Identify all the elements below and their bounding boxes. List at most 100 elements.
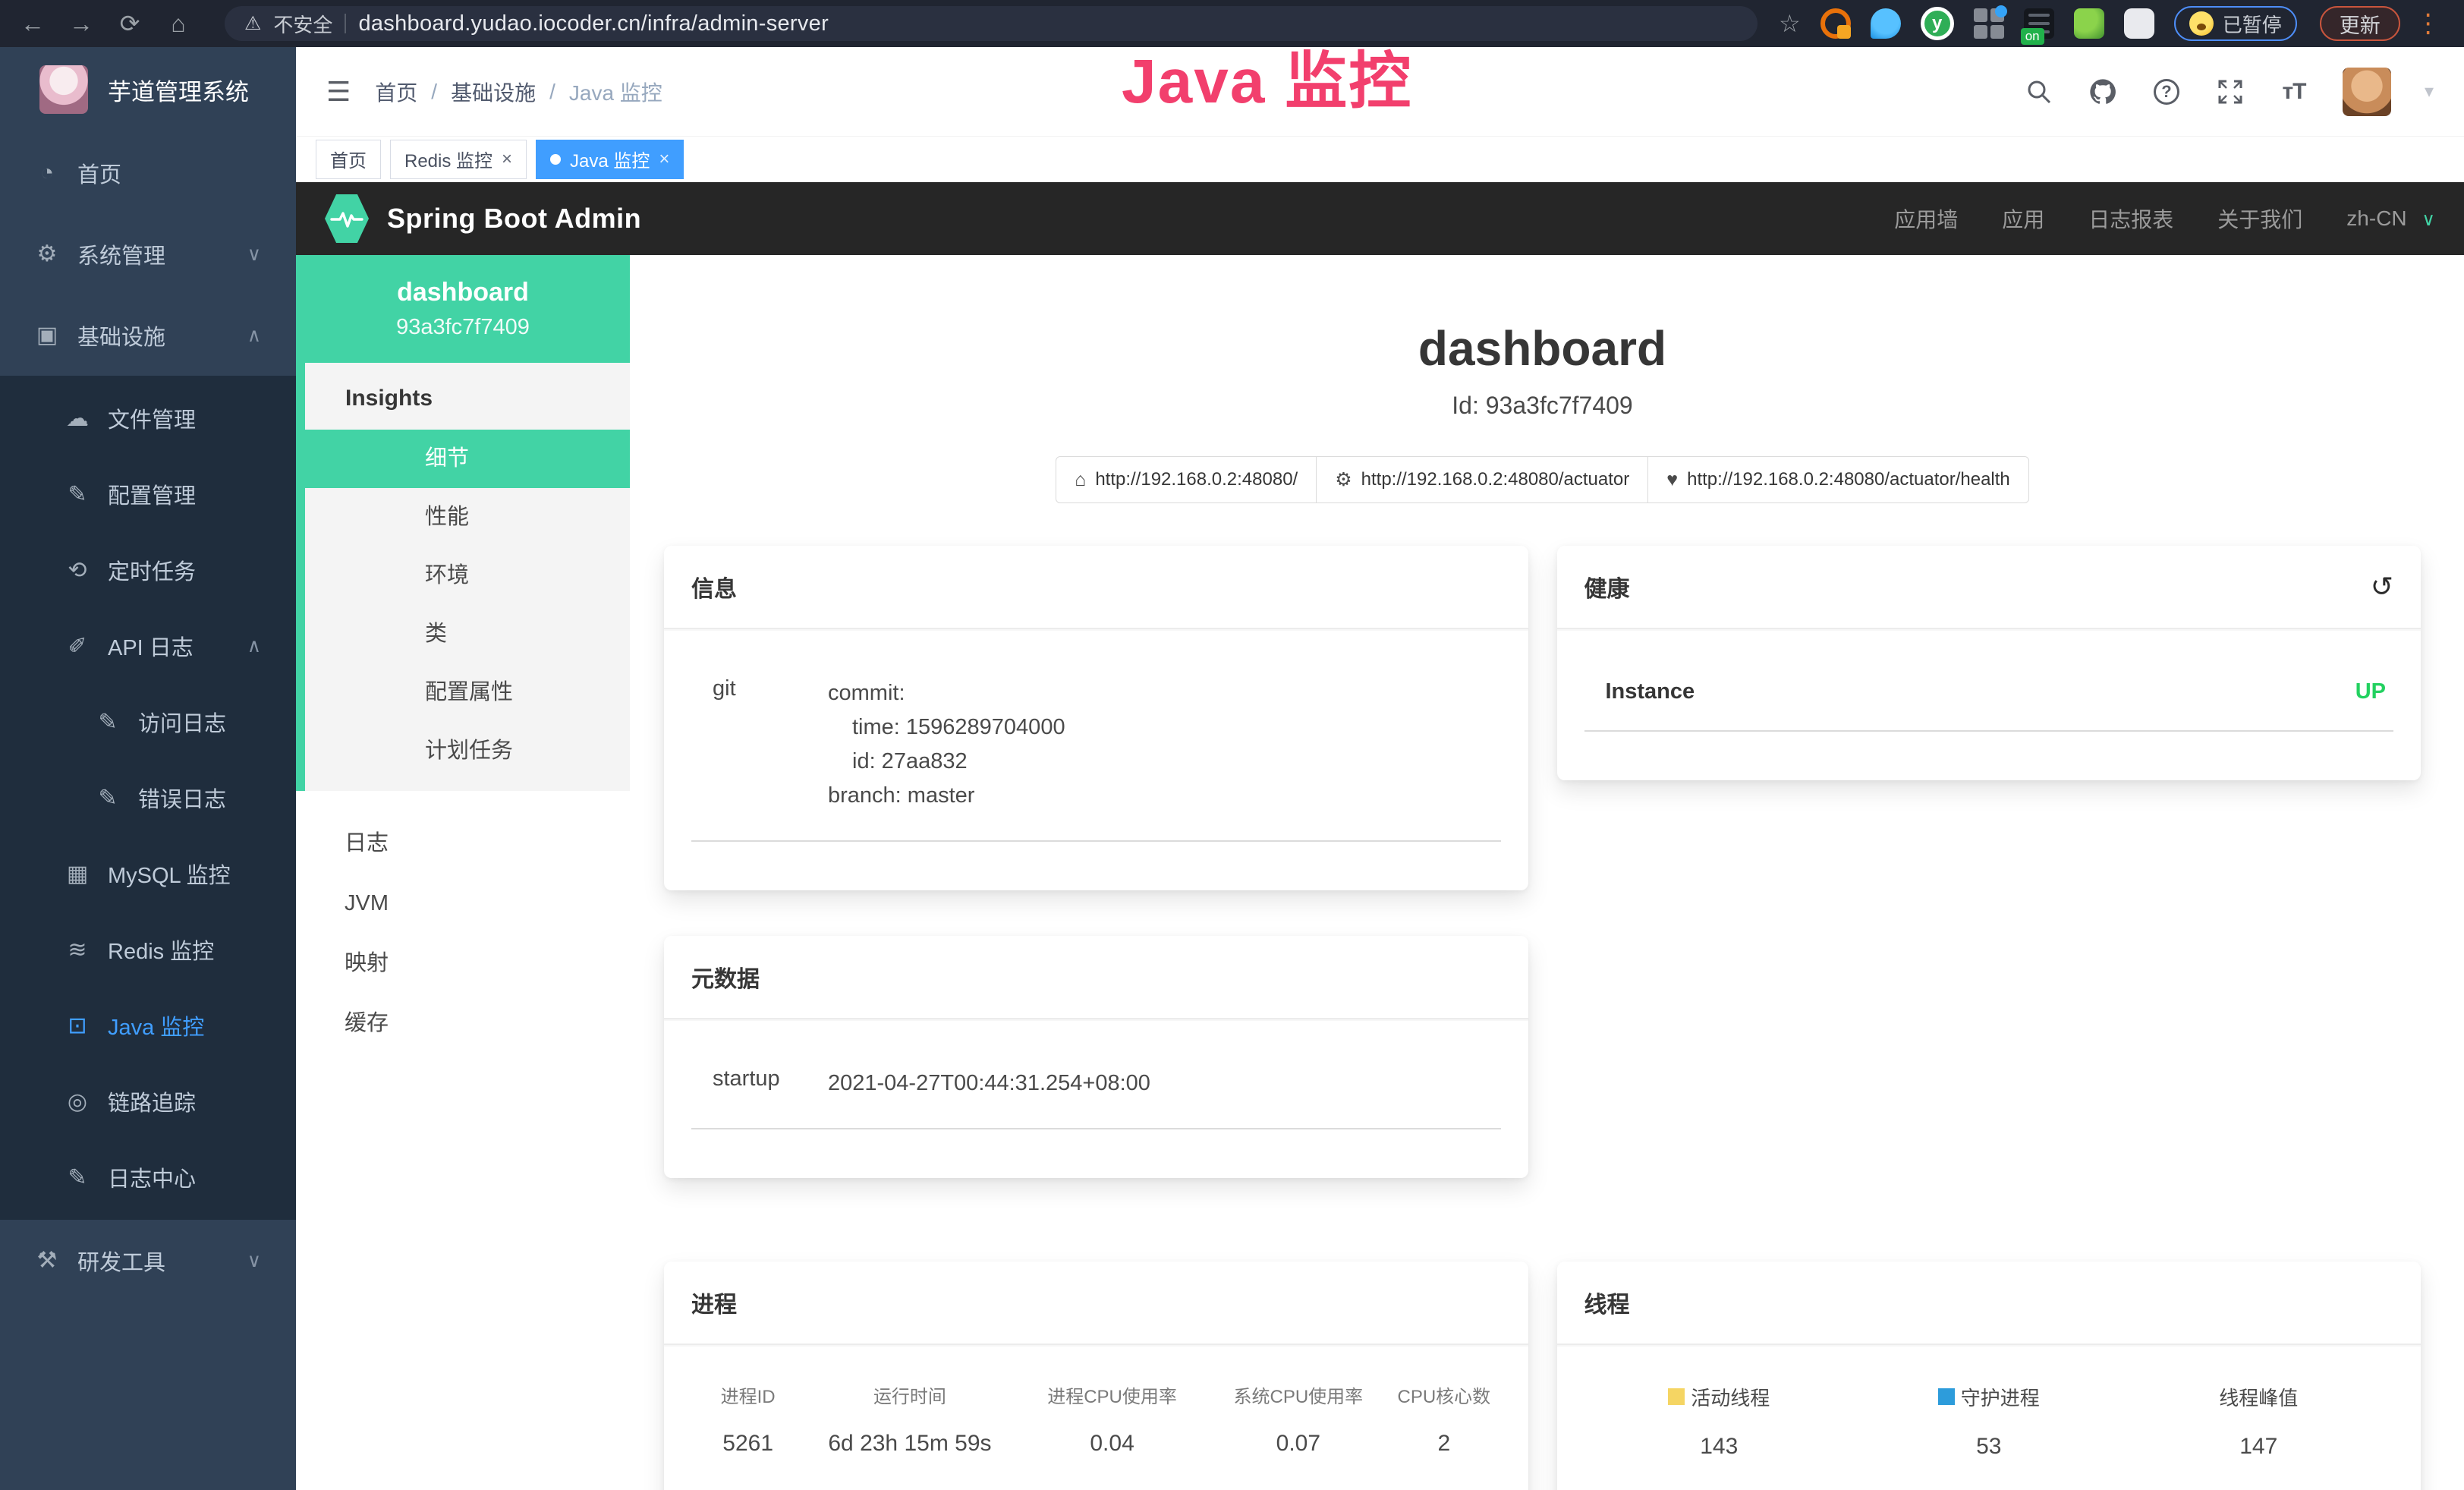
sba-item-metrics[interactable]: 性能	[305, 488, 630, 547]
info-row-git: git commit: time: 1596289704000 id: 27aa…	[691, 658, 1501, 842]
log-icon: ✎	[64, 1164, 91, 1191]
app-logo	[39, 65, 88, 114]
chevron-down-icon: ∨	[2422, 209, 2435, 230]
log-icon: ✎	[94, 709, 121, 736]
service-url-button[interactable]: ⌂ http://192.168.0.2:48080/	[1056, 456, 1317, 503]
card-title: 健康	[1584, 570, 1630, 603]
process-table: 进程ID 运行时间 进程CPU使用率 系统CPU使用率 CPU核心数	[691, 1381, 1501, 1476]
sba-language-select[interactable]: zh-CN ∨	[2346, 206, 2435, 231]
emoji-icon	[2189, 11, 2214, 36]
sba-item-mappings[interactable]: 映射	[296, 934, 630, 994]
sidebar-item-trace[interactable]: ◎ 链路追踪	[0, 1063, 296, 1139]
close-icon[interactable]: ×	[502, 149, 512, 170]
extension-icon[interactable]	[1871, 8, 1901, 39]
legend-swatch-blue	[1938, 1388, 1955, 1405]
wrench-icon: ⚙	[1335, 468, 1352, 491]
sidebar-item-file-manage[interactable]: ☁ 文件管理	[0, 380, 296, 456]
breadcrumb-home[interactable]: 首页	[375, 77, 417, 107]
sidebar-item-log-center[interactable]: ✎ 日志中心	[0, 1139, 296, 1215]
sidebar-item-access-log[interactable]: ✎ 访问日志	[0, 684, 296, 760]
extensions-puzzle-icon[interactable]	[2124, 8, 2154, 39]
breadcrumb-infra[interactable]: 基础设施	[451, 77, 536, 107]
sba-item-logging[interactable]: 日志	[296, 814, 630, 874]
bookmark-star-icon[interactable]: ☆	[1779, 9, 1801, 38]
gear-icon: ⚙	[33, 241, 61, 267]
spring-boot-admin-logo	[325, 194, 369, 243]
breadcrumb-separator: /	[549, 80, 555, 104]
info-card: 信息 git commit: time: 1596289704000 id: 2…	[664, 546, 1528, 890]
toolbox-icon: ⚒	[33, 1247, 61, 1274]
browser-menu-icon[interactable]: ⋮	[2415, 8, 2441, 39]
cloud-icon: ☁	[64, 405, 91, 432]
sidebar-item-infra[interactable]: ▣ 基础设施 ∧	[0, 295, 296, 376]
sba-item-jvm[interactable]: JVM	[296, 874, 630, 934]
sba-item-classes[interactable]: 类	[305, 605, 630, 663]
health-url-button[interactable]: ♥ http://192.168.0.2:48080/actuator/heal…	[1647, 456, 2029, 503]
hamburger-icon[interactable]: ☰	[326, 76, 351, 108]
sidebar-item-redis-monitor[interactable]: ≋ Redis 监控	[0, 912, 296, 988]
instance-id-line: Id: 93a3fc7f7409	[664, 392, 2421, 420]
extension-icon[interactable]: y	[1921, 7, 1954, 40]
extension-icon[interactable]	[1820, 8, 1851, 39]
sidebar-item-home[interactable]: ◔ 首页	[0, 132, 296, 213]
home-icon[interactable]: ⌂	[162, 10, 194, 38]
paused-badge[interactable]: 已暂停	[2174, 6, 2297, 41]
sidebar-item-mysql-monitor[interactable]: ▦ MySQL 监控	[0, 836, 296, 912]
endpoint-buttons: ⌂ http://192.168.0.2:48080/ ⚙ http://192…	[664, 456, 2421, 503]
search-icon[interactable]	[2024, 77, 2054, 107]
sba-item-details[interactable]: 细节	[296, 430, 630, 488]
extension-icon[interactable]	[1974, 8, 2004, 39]
tab-java-monitor[interactable]: Java 监控 ×	[536, 140, 684, 179]
dashboard-icon: ◔	[33, 160, 61, 186]
sba-nav-about[interactable]: 关于我们	[2217, 203, 2302, 234]
sba-nav-applications[interactable]: 应用	[2002, 203, 2044, 234]
app-logo-row[interactable]: 芋道管理系统	[0, 47, 296, 132]
font-size-icon[interactable]: тT	[2279, 77, 2309, 107]
sba-item-config-props[interactable]: 配置属性	[305, 663, 630, 722]
sidebar-item-error-log[interactable]: ✎ 错误日志	[0, 760, 296, 836]
sba-brand-title[interactable]: Spring Boot Admin	[387, 203, 641, 235]
sba-insights-section: Insights 细节 性能 环境 类 配置属性 计划任务	[296, 363, 630, 791]
extension-icon[interactable]	[2024, 8, 2054, 39]
fullscreen-icon[interactable]	[2215, 77, 2245, 107]
sidebar-item-config-manage[interactable]: ✎ 配置管理	[0, 456, 296, 532]
avatar[interactable]	[2343, 68, 2391, 116]
sba-item-scheduled-tasks[interactable]: 计划任务	[305, 722, 630, 780]
metadata-row-startup: startup 2021-04-27T00:44:31.254+08:00	[691, 1048, 1501, 1129]
sidebar-item-api-log[interactable]: ✐ API 日志 ∧	[0, 608, 296, 684]
sidebar-item-scheduled-task[interactable]: ⟲ 定时任务	[0, 532, 296, 608]
log-icon: ✎	[94, 785, 121, 811]
threads-card: 线程 活动线程 143 守护进程	[1557, 1262, 2422, 1490]
extension-icon[interactable]	[2074, 8, 2104, 39]
sba-item-caches[interactable]: 缓存	[296, 994, 630, 1054]
process-pid: 5261	[691, 1431, 804, 1476]
actuator-url-button[interactable]: ⚙ http://192.168.0.2:48080/actuator	[1316, 456, 1648, 503]
forward-icon[interactable]: →	[65, 10, 97, 38]
page-annotation: Java 监控	[1122, 30, 1412, 121]
sba-nav-journal[interactable]: 日志报表	[2088, 203, 2173, 234]
close-icon[interactable]: ×	[659, 149, 669, 170]
sidebar-item-system[interactable]: ⚙ 系统管理 ∨	[0, 213, 296, 295]
active-dot	[550, 154, 561, 165]
tags-view: 首页 Redis 监控 × Java 监控 ×	[296, 137, 2464, 182]
tab-redis-monitor[interactable]: Redis 监控 ×	[390, 140, 527, 179]
sidebar-item-dev-tools[interactable]: ⚒ 研发工具 ∨	[0, 1220, 296, 1301]
sba-item-environment[interactable]: 环境	[305, 547, 630, 605]
process-card: 进程 进程ID 运行时间 进程CPU使用率	[664, 1262, 1528, 1490]
reload-icon[interactable]: ⟳	[114, 9, 146, 38]
sba-nav-wallboard[interactable]: 应用墙	[1894, 203, 1958, 234]
back-icon[interactable]: ←	[17, 10, 49, 38]
sba-instance-header[interactable]: dashboard 93a3fc7f7409	[296, 255, 630, 363]
security-label: 不安全	[273, 10, 332, 38]
tab-home[interactable]: 首页	[316, 140, 381, 179]
health-row-instance[interactable]: Instance UP	[1584, 658, 2394, 732]
card-title: 信息	[691, 570, 737, 603]
update-button[interactable]: 更新	[2320, 6, 2400, 41]
address-bar[interactable]: ⚠ 不安全 dashboard.yudao.iocoder.cn/infra/a…	[225, 6, 1758, 41]
help-icon[interactable]: ?	[2151, 77, 2182, 107]
chevron-down-icon[interactable]: ▾	[2425, 80, 2434, 102]
chevron-up-icon: ∧	[247, 635, 261, 657]
github-icon[interactable]	[2088, 77, 2118, 107]
history-icon[interactable]: ↺	[2371, 571, 2393, 603]
sidebar-item-java-monitor[interactable]: ⊡ Java 监控	[0, 988, 296, 1063]
